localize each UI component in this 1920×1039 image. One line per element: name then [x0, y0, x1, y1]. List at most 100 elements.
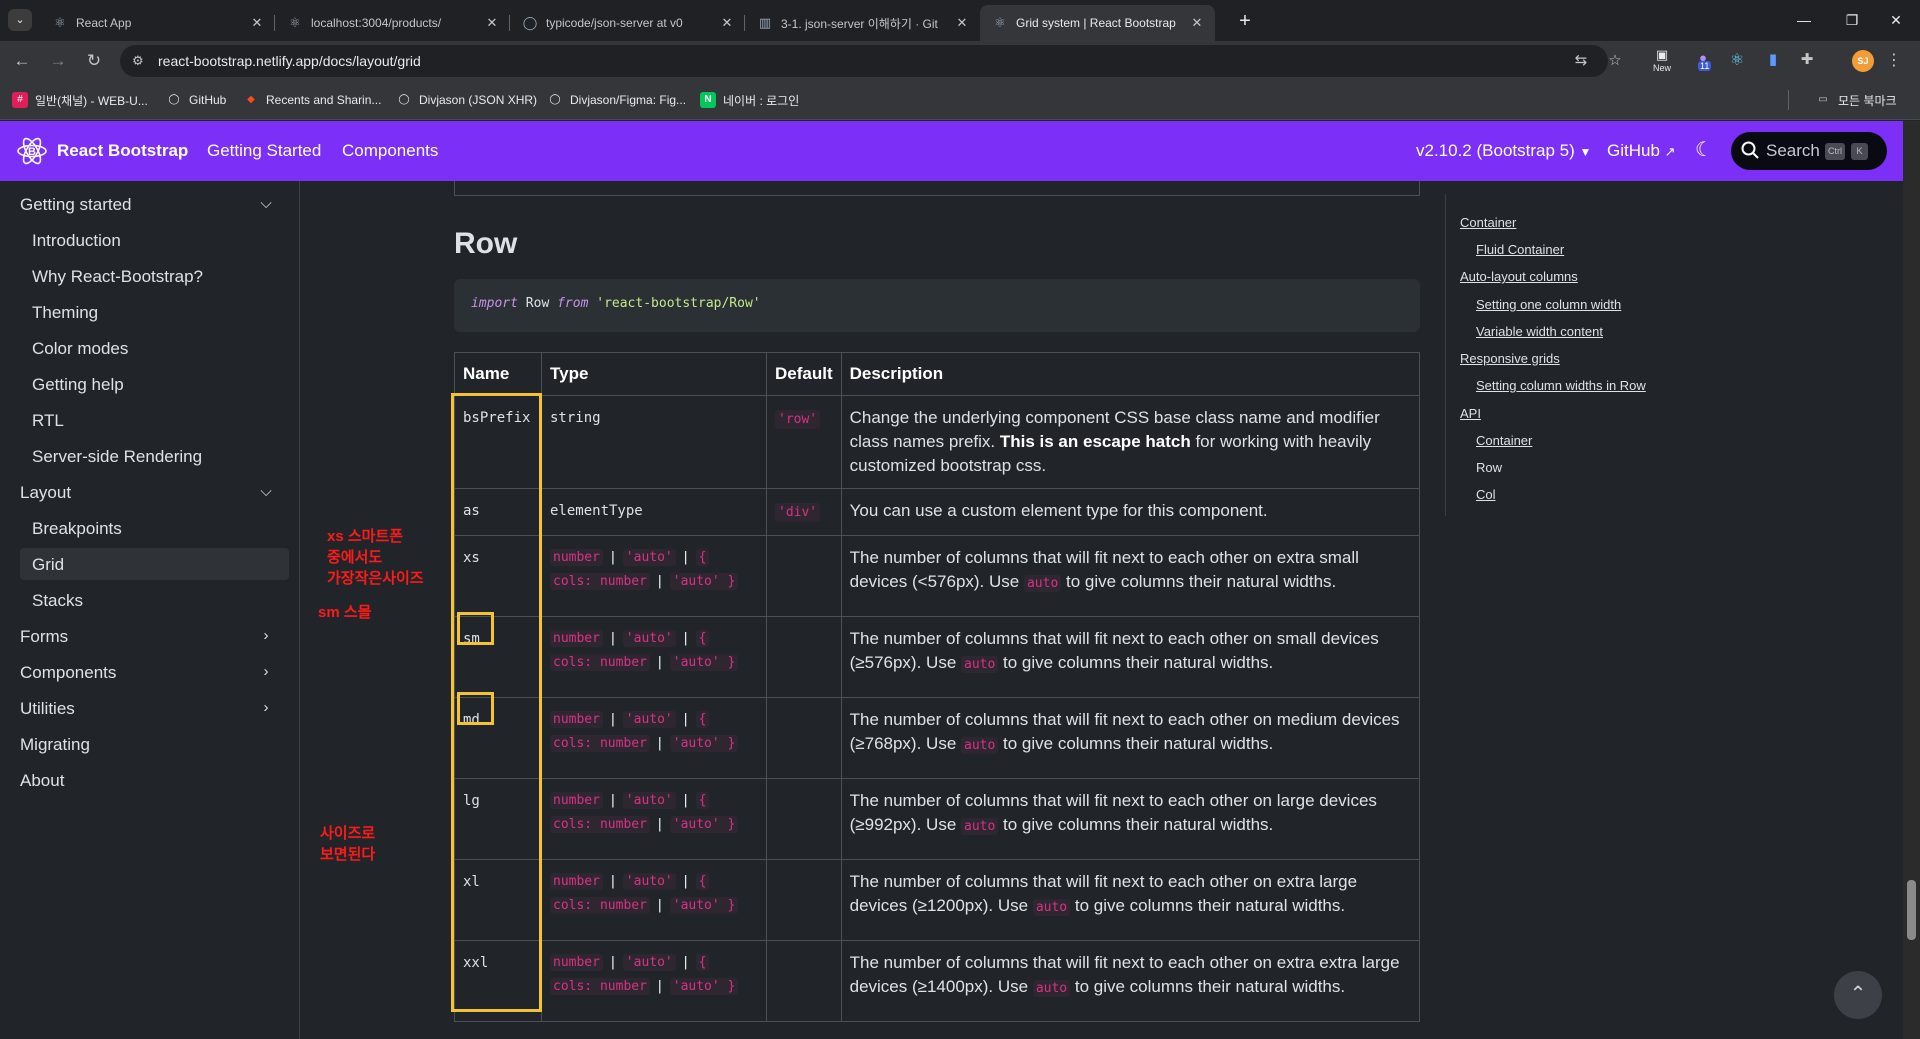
bookmark-item[interactable]: # 일반(채널) - WEB-U...: [12, 91, 148, 109]
bookmark-star-icon[interactable]: ☆: [1606, 52, 1624, 70]
desc-text: to give columns their natural widths.: [998, 815, 1274, 834]
chevron-right-icon[interactable]: ›: [256, 663, 276, 683]
chevron-right-icon[interactable]: ›: [256, 627, 276, 647]
sidebar-item-theming[interactable]: Theming: [32, 303, 98, 323]
extensions-puzzle-icon[interactable]: ✚: [1796, 50, 1818, 72]
sidebar-item-introduction[interactable]: Introduction: [32, 231, 121, 251]
search-button[interactable]: Search Ctrl K: [1731, 132, 1887, 170]
sidebar-item-getting-help[interactable]: Getting help: [32, 375, 124, 395]
external-link-icon: ↗: [1664, 144, 1676, 159]
sidebar-item-grid[interactable]: Grid: [32, 555, 64, 575]
type-token: cols: number: [550, 816, 650, 833]
sidebar-item-ssr[interactable]: Server-side Rendering: [32, 447, 202, 467]
scrollbar-thumb[interactable]: [1907, 880, 1916, 940]
sidebar-item-about[interactable]: About: [20, 771, 64, 791]
toc-link[interactable]: Container: [1460, 215, 1516, 230]
close-tab-icon[interactable]: ✕: [484, 15, 500, 31]
default-value: 'row': [775, 410, 821, 429]
toc-link[interactable]: Setting column widths in Row: [1476, 378, 1646, 393]
bookmark-item[interactable]: ◯ Divjason/Figma: Fig...: [547, 91, 686, 109]
url-text[interactable]: react-bootstrap.netlify.app/docs/layout/…: [158, 53, 421, 69]
sidebar-item-why[interactable]: Why React-Bootstrap?: [32, 267, 203, 287]
close-tab-icon[interactable]: ✕: [249, 15, 265, 31]
new-tab-plus-icon[interactable]: +: [1232, 8, 1258, 34]
toc-link[interactable]: Auto-layout columns: [1460, 269, 1578, 284]
version-dropdown[interactable]: v2.10.2 (Bootstrap 5) ▼: [1416, 141, 1591, 161]
restore-icon[interactable]: ❐: [1828, 0, 1876, 41]
sidebar-section-components[interactable]: Components: [20, 663, 116, 683]
browser-tab[interactable]: ▥ 3-1. json-server 이해하기 · Git ✕: [745, 5, 980, 41]
profile-avatar[interactable]: SJ: [1852, 50, 1874, 72]
prop-type: string: [541, 395, 767, 489]
bookmark-item[interactable]: ◆ Recents and Sharin...: [243, 91, 381, 109]
chevron-right-icon[interactable]: ›: [256, 699, 276, 719]
site-info-icon[interactable]: ⚙: [132, 53, 148, 69]
browser-menu-icon[interactable]: ⋮: [1886, 50, 1902, 72]
react-devtools-icon[interactable]: ⚛: [1726, 50, 1748, 72]
close-tab-icon[interactable]: ✕: [954, 15, 970, 31]
minimize-icon[interactable]: —: [1780, 0, 1828, 41]
tab-search-chevron-icon[interactable]: ⌄: [8, 9, 32, 31]
section-heading-row: Row: [454, 227, 518, 260]
bookmark-item[interactable]: N 네이버 : 로그인: [700, 91, 799, 109]
browser-tab-active[interactable]: ⚛ Grid system | React Bootstrap ✕: [980, 5, 1215, 41]
close-window-icon[interactable]: ✕: [1872, 0, 1920, 41]
scroll-to-top-chevron-up-icon[interactable]: ⌃: [1834, 971, 1882, 1019]
sidebar-item-migrating[interactable]: Migrating: [20, 735, 90, 755]
all-bookmarks[interactable]: ▭ 모든 북마크: [1815, 91, 1896, 109]
toc-link[interactable]: Fluid Container: [1476, 242, 1564, 257]
column-header: Default: [766, 352, 842, 396]
back-arrow-icon[interactable]: ←: [10, 49, 34, 73]
type-token: {: [695, 549, 710, 566]
github-icon: ◯: [398, 94, 410, 105]
toc-link[interactable]: Container: [1476, 433, 1532, 448]
sidebar-item-rtl[interactable]: RTL: [32, 411, 64, 431]
toc-link[interactable]: API: [1460, 406, 1481, 421]
tab-list: ⚛ React App ✕ ⚛ localhost:3004/products/ ✕ ◯…: [40, 5, 1215, 41]
type-pipe: |: [681, 955, 690, 970]
chevron-down-icon[interactable]: ⌵: [256, 195, 276, 215]
close-tab-icon[interactable]: ✕: [1189, 15, 1205, 31]
address-bar[interactable]: ⚙ react-bootstrap.netlify.app/docs/layou…: [120, 45, 1622, 77]
docs-sidebar: Getting started ⌵ Introduction Why React…: [0, 181, 300, 1039]
toc-link[interactable]: Responsive grids: [1460, 351, 1560, 366]
sidebar-section-forms[interactable]: Forms: [20, 627, 68, 647]
toc-link[interactable]: Col: [1476, 487, 1496, 502]
sidebar-item-breakpoints[interactable]: Breakpoints: [32, 519, 122, 539]
toc-link-active[interactable]: Row: [1476, 460, 1502, 475]
nav-components[interactable]: Components: [342, 141, 438, 161]
table-row: sm number |'auto' |{cols: number |'auto' } …: [454, 616, 1421, 698]
type-token: cols: number: [550, 897, 650, 914]
translate-icon[interactable]: ⇆: [1572, 52, 1590, 70]
browser-tab[interactable]: ◯ typicode/json-server at v0 ✕: [510, 5, 745, 41]
react-icon: ⚛: [54, 15, 66, 30]
docs-extension-icon[interactable]: ▮: [1762, 50, 1784, 72]
bookmark-label: Divjason (JSON XHR): [419, 93, 538, 107]
extension-glyph: ▣: [1655, 47, 1669, 62]
bookmark-item[interactable]: ◯ GitHub: [166, 91, 226, 109]
brand-link[interactable]: B React Bootstrap: [16, 135, 188, 167]
close-tab-icon[interactable]: ✕: [719, 15, 735, 31]
bookmark-label: GitHub: [189, 93, 227, 107]
sidebar-section-utilities[interactable]: Utilities: [20, 699, 75, 719]
chevron-down-icon[interactable]: ⌵: [256, 483, 276, 503]
sidebar-section-layout[interactable]: Layout: [20, 483, 71, 503]
toc-link[interactable]: Variable width content: [1476, 324, 1603, 339]
reload-icon[interactable]: ↻: [82, 49, 106, 73]
type-token: number: [550, 792, 603, 809]
browser-tab[interactable]: ⚛ localhost:3004/products/ ✕: [275, 5, 510, 41]
toc-link[interactable]: Setting one column width: [1476, 297, 1621, 312]
sidebar-section-getting-started[interactable]: Getting started: [20, 195, 132, 215]
nav-getting-started[interactable]: Getting Started: [207, 141, 321, 161]
type-token: number: [550, 954, 603, 971]
browser-tab[interactable]: ⚛ React App ✕: [40, 5, 275, 41]
new-extension-icon[interactable]: ▣ New: [1650, 47, 1674, 75]
bookmark-item[interactable]: ◯ Divjason (JSON XHR): [396, 91, 537, 109]
bookmarks-bar: # 일반(채널) - WEB-U... ◯ GitHub ◆ Recents and …: [0, 81, 1920, 120]
sidebar-item-color-modes[interactable]: Color modes: [32, 339, 128, 359]
sidebar-item-stacks[interactable]: Stacks: [32, 591, 83, 611]
extension-badge-icon[interactable]: ● 11: [1692, 50, 1714, 72]
forward-arrow-icon[interactable]: →: [46, 49, 70, 73]
github-link[interactable]: GitHub ↗: [1607, 141, 1676, 161]
theme-toggle-moon-icon[interactable]: ☾: [1692, 138, 1716, 162]
